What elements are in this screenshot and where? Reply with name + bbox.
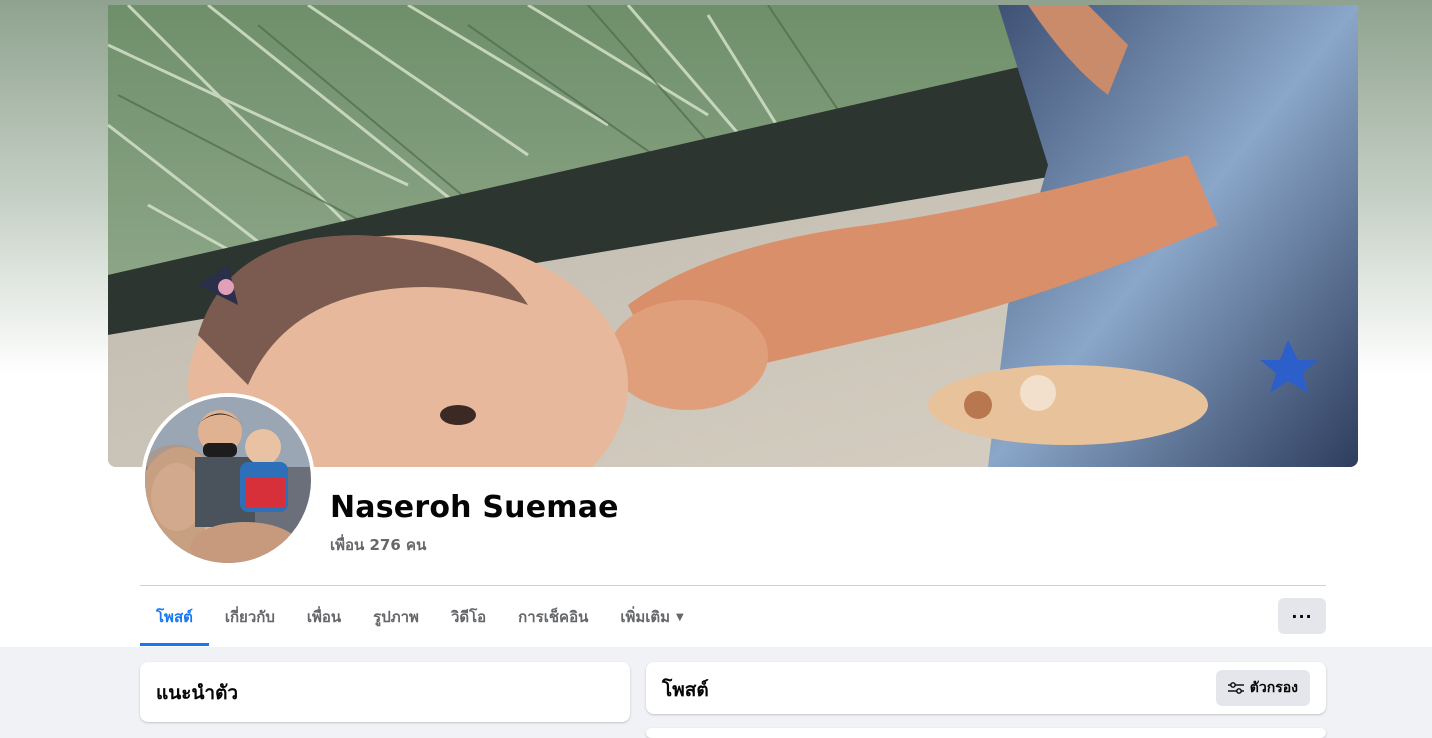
- intro-card: แนะนำตัว: [140, 662, 630, 722]
- tab-videos[interactable]: วิดีโอ: [435, 588, 502, 646]
- caret-down-icon: ▼: [676, 611, 684, 623]
- header-divider: [140, 585, 1326, 586]
- posts-card: โพสต์ ตัวกรอง: [646, 662, 1326, 714]
- post-composer-card: [646, 728, 1326, 738]
- tab-about[interactable]: เกี่ยวกับ: [209, 588, 291, 646]
- intro-title: แนะนำตัว: [156, 682, 239, 704]
- tab-posts[interactable]: โพสต์: [140, 588, 209, 646]
- cover-photo[interactable]: [108, 5, 1358, 467]
- ellipsis-icon: ···: [1291, 606, 1313, 626]
- profile-tabs: โพสต์ เกี่ยวกับ เพื่อน รูปภาพ วิดีโอ การ…: [140, 588, 700, 646]
- friend-count[interactable]: เพื่อน 276 คน: [330, 533, 426, 557]
- filter-sliders-icon: [1227, 682, 1244, 694]
- tab-label: เพื่อน: [306, 608, 342, 626]
- tab-checkins[interactable]: การเช็คอิน: [502, 588, 604, 646]
- tab-more[interactable]: เพิ่มเติม ▼: [604, 588, 699, 646]
- tab-friends[interactable]: เพื่อน: [291, 588, 357, 646]
- tab-label: เกี่ยวกับ: [224, 608, 275, 626]
- tab-label: วิดีโอ: [450, 608, 487, 626]
- more-options-button[interactable]: ···: [1278, 598, 1326, 634]
- tab-label: รูปภาพ: [373, 608, 419, 626]
- tab-label: เพิ่มเติม: [620, 608, 671, 626]
- filter-label: ตัวกรอง: [1249, 680, 1298, 696]
- profile-name: Naseroh Suemae: [330, 490, 619, 525]
- tab-label: การเช็คอิน: [518, 608, 589, 626]
- filter-button[interactable]: ตัวกรอง: [1215, 670, 1310, 706]
- tab-label: โพสต์: [156, 608, 193, 626]
- posts-title: โพสต์: [662, 679, 709, 701]
- tab-photos[interactable]: รูปภาพ: [357, 588, 435, 646]
- profile-avatar[interactable]: [141, 393, 315, 567]
